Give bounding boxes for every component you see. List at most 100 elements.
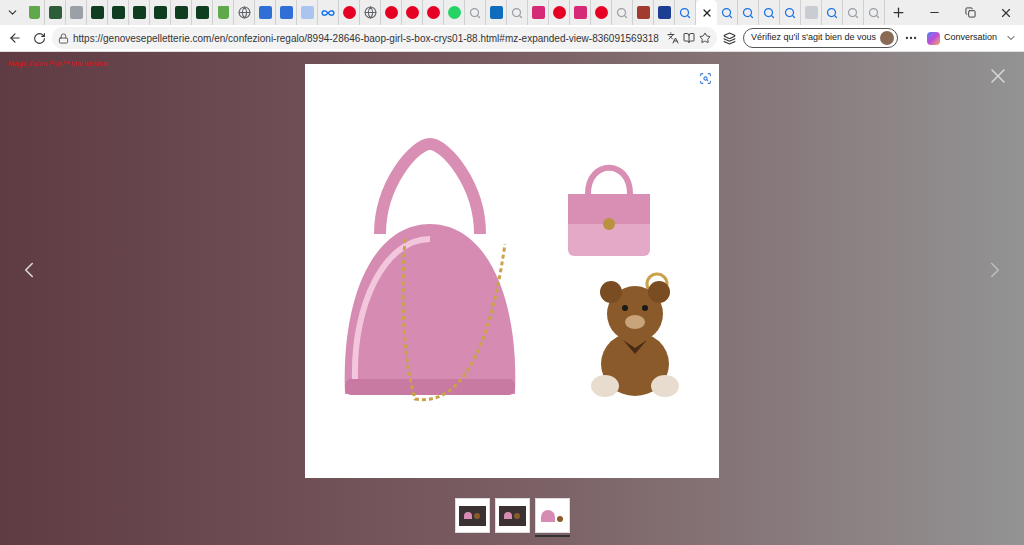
search-icon [511,7,523,19]
close-window-button[interactable] [988,0,1024,25]
reader-icon[interactable] [683,32,695,44]
bag-icon [29,6,40,19]
refresh-icon [33,32,46,45]
new-tab-button[interactable] [885,0,911,25]
tab-strip [0,0,1024,25]
browser-tab[interactable] [675,0,696,25]
browser-tab[interactable] [612,0,633,25]
favicon-icon [532,6,545,19]
browser-tab[interactable] [549,0,570,25]
browser-tab[interactable] [696,0,717,25]
refresh-button[interactable] [28,27,50,49]
browser-tab[interactable] [570,0,591,25]
browser-tab[interactable] [339,0,360,25]
favicon-icon [196,6,209,19]
browser-tab[interactable] [423,0,444,25]
chevron-right-icon [982,257,1008,283]
thumbnail-strip [455,498,570,537]
browser-tab[interactable] [507,0,528,25]
globe-icon [238,6,251,19]
favorite-star-icon[interactable] [699,32,711,44]
browser-tab[interactable] [24,0,45,25]
translate-icon[interactable] [667,32,679,44]
close-icon [999,6,1013,20]
browser-tab[interactable] [108,0,129,25]
close-tab-icon[interactable] [701,7,713,19]
sidebar-toggle[interactable] [1002,27,1020,49]
browser-tab[interactable] [759,0,780,25]
favicon-icon [133,6,146,19]
browser-tab[interactable] [402,0,423,25]
browser-tab[interactable] [528,0,549,25]
browser-tab[interactable] [486,0,507,25]
close-icon [986,64,1010,88]
restore-button[interactable] [952,0,988,25]
favicon-icon [343,6,356,19]
browser-tab[interactable] [822,0,843,25]
thumbnail[interactable] [455,498,490,537]
bag-icon [218,6,229,19]
browser-tab[interactable] [318,0,339,25]
browser-tab[interactable] [843,0,864,25]
favicon-icon [175,6,188,19]
browser-tab[interactable] [864,0,885,25]
tab-menu-button[interactable] [0,0,24,25]
browser-tab[interactable] [738,0,759,25]
browser-tab[interactable] [465,0,486,25]
minimize-button[interactable] [916,0,952,25]
browser-tab[interactable] [171,0,192,25]
browser-tab[interactable] [234,0,255,25]
back-arrow-icon [8,31,22,45]
browser-tab[interactable] [633,0,654,25]
chevron-down-icon [6,6,19,19]
favicon-icon [490,6,503,19]
browser-tab[interactable] [297,0,318,25]
url-text: https://genovesepelletterie.com/en/confe… [73,31,659,46]
browser-tab[interactable] [654,0,675,25]
browser-tab[interactable] [129,0,150,25]
copilot-button[interactable]: Conversation [924,31,1000,45]
zoom-viewer: Magic Zoom Plus™ trial version [0,52,1024,545]
product-photo [305,64,719,478]
search-icon [868,7,880,19]
search-icon [847,7,859,19]
restore-icon [965,7,976,18]
browser-tab[interactable] [213,0,234,25]
more-button[interactable] [900,27,922,49]
browser-window: https://genovesepelletterie.com/en/confe… [0,0,1024,545]
browser-tab[interactable] [87,0,108,25]
collections-button[interactable] [719,27,741,49]
back-button[interactable] [4,27,26,49]
browser-tab[interactable] [381,0,402,25]
favicon-icon [658,6,671,19]
browser-tab[interactable] [780,0,801,25]
globe-icon [364,6,377,19]
browser-tab[interactable] [801,0,822,25]
favicon-icon [154,6,167,19]
minimize-icon [928,6,941,19]
fullscreen-button[interactable] [697,70,713,86]
browser-tab[interactable] [66,0,87,25]
browser-tab[interactable] [192,0,213,25]
browser-tab[interactable] [276,0,297,25]
browser-tab[interactable] [360,0,381,25]
browser-tab[interactable] [444,0,465,25]
thumbnail[interactable] [495,498,530,537]
trial-watermark: Magic Zoom Plus™ trial version [8,59,107,70]
thumbnail[interactable] [535,498,570,537]
meta-icon [321,6,335,20]
previous-button[interactable] [16,257,42,283]
browser-tab[interactable] [717,0,738,25]
browser-tab[interactable] [150,0,171,25]
favicon-icon [406,6,419,19]
profile-button[interactable]: Vérifiez qu'il s'agit bien de vous [743,28,898,48]
close-viewer-button[interactable] [986,64,1010,88]
favicon-icon [91,6,104,19]
browser-tab[interactable] [591,0,612,25]
next-button[interactable] [982,257,1008,283]
favicon-icon [553,6,566,19]
collections-icon [723,32,736,45]
browser-tab[interactable] [255,0,276,25]
address-field[interactable]: https://genovesepelletterie.com/en/confe… [52,27,717,49]
browser-tab[interactable] [45,0,66,25]
